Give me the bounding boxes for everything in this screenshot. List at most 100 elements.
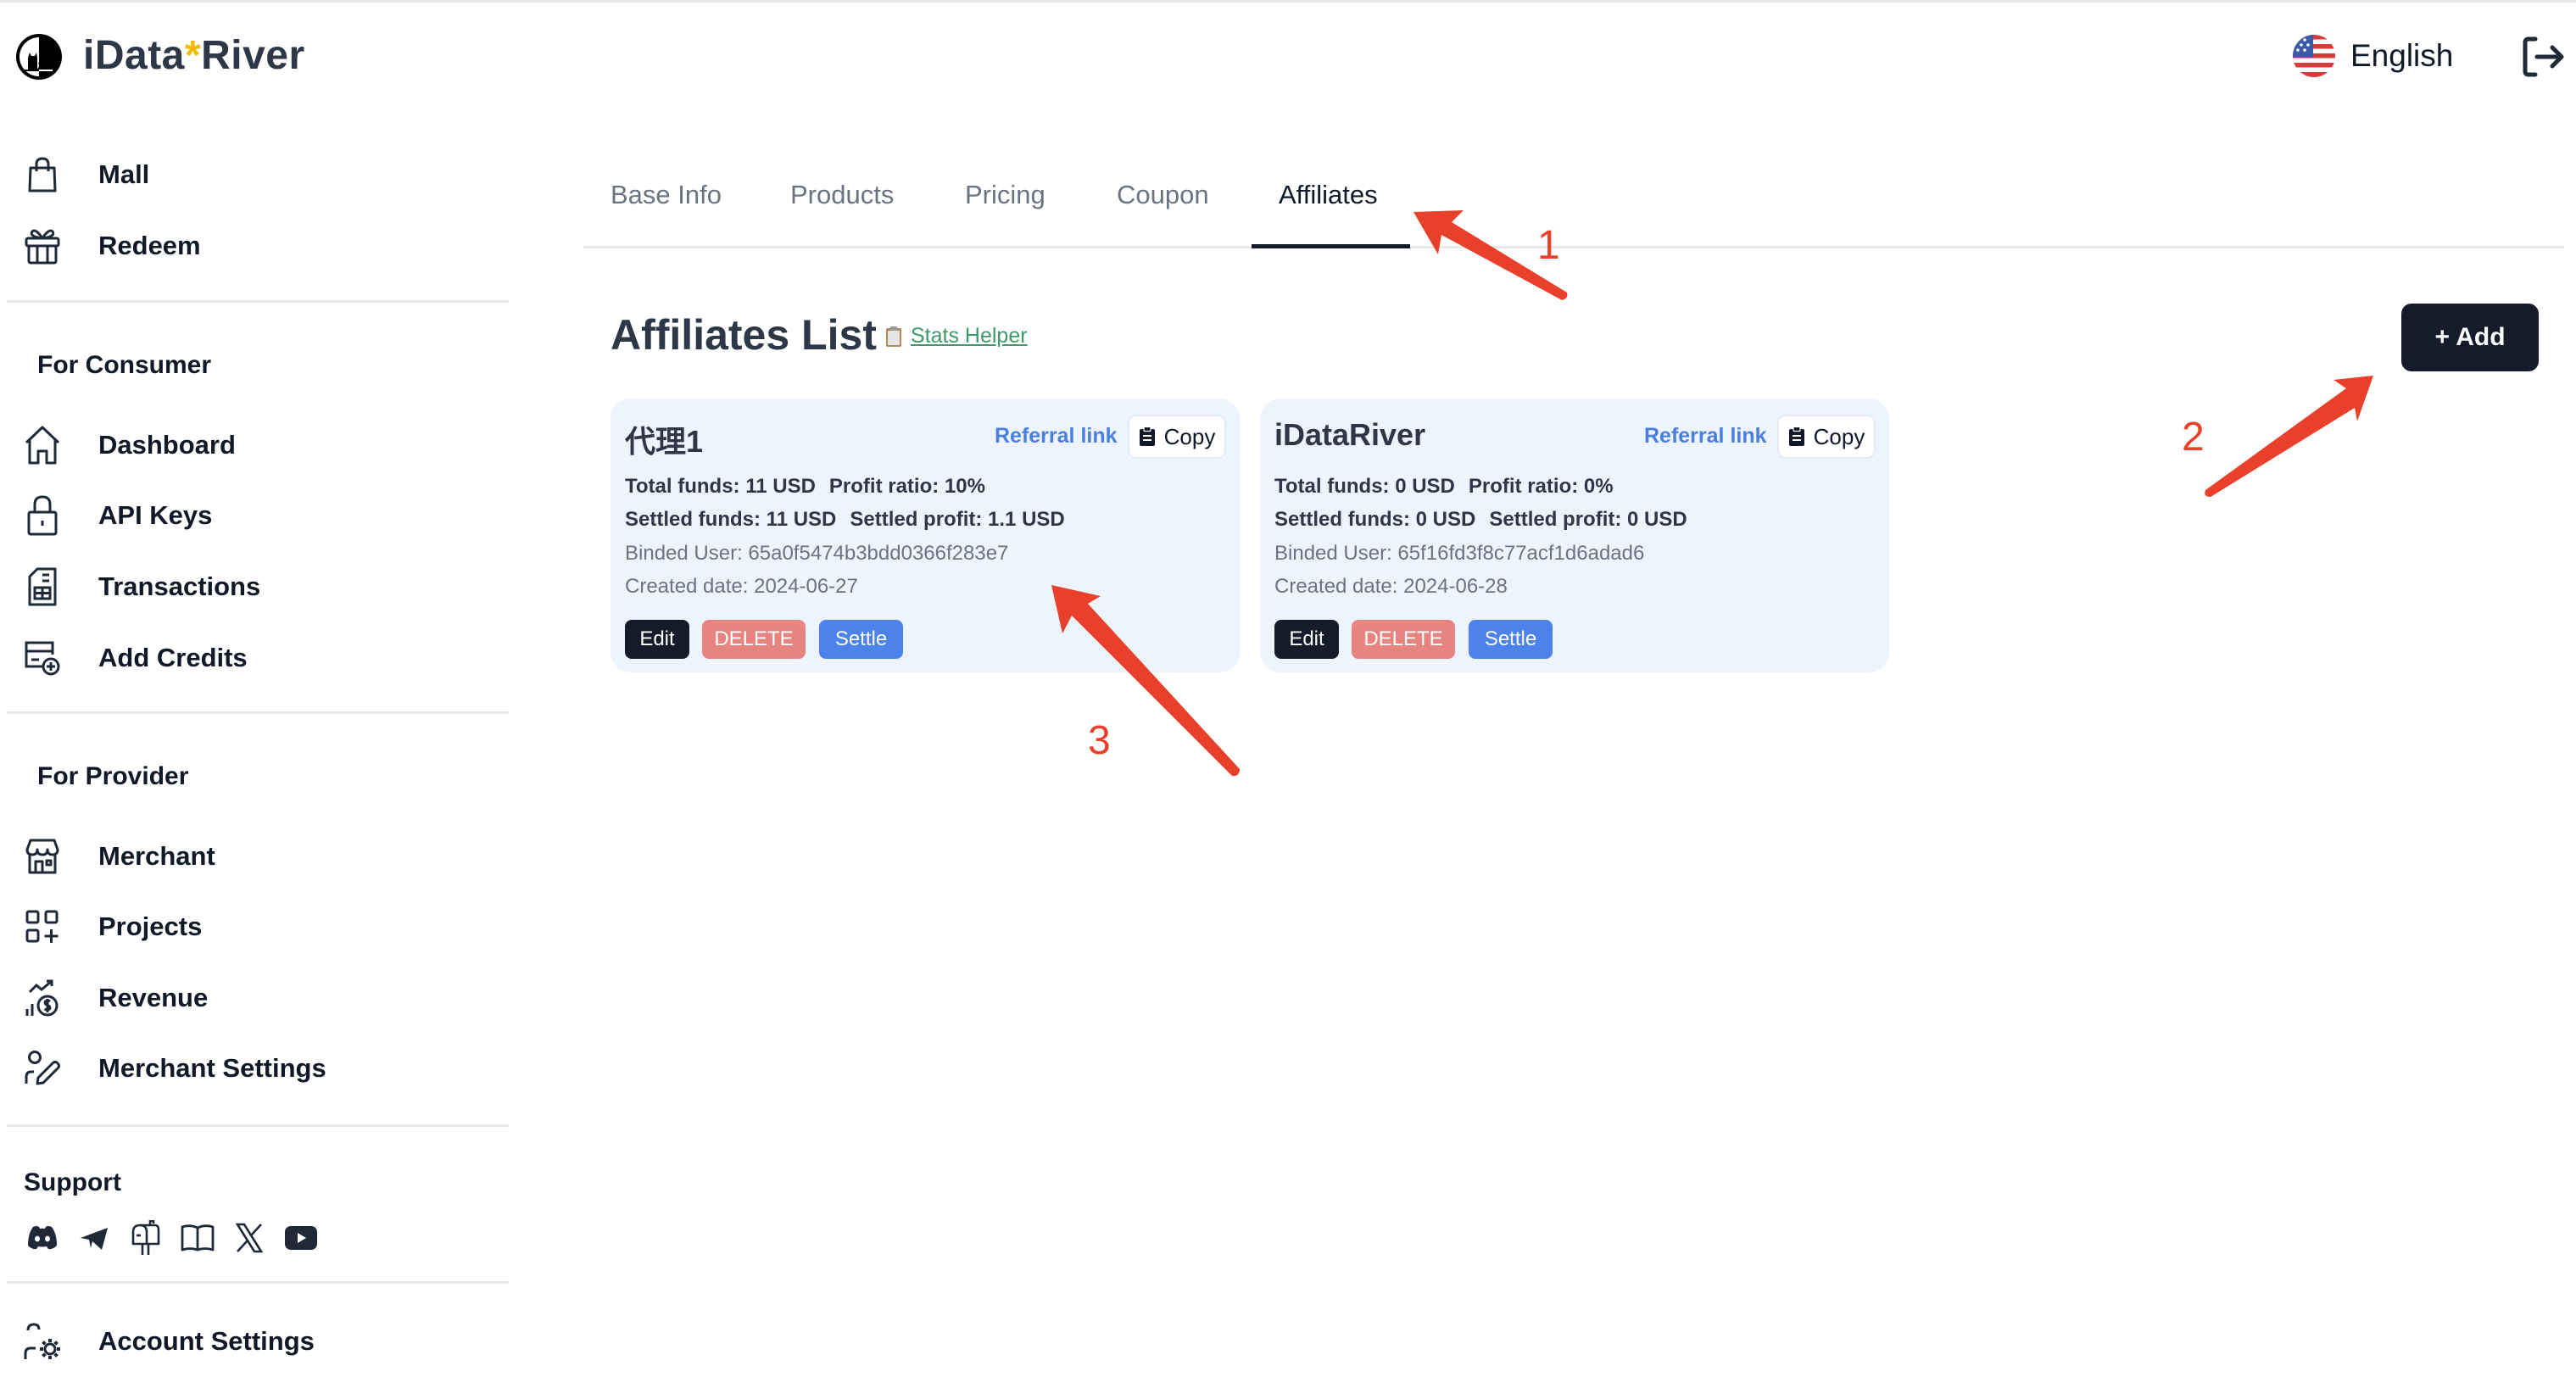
language-label: English — [2350, 38, 2454, 73]
tab-pricing[interactable]: Pricing — [965, 180, 1045, 210]
profit-ratio: Profit ratio: 10% — [828, 475, 985, 498]
referral-link[interactable]: Referral link — [995, 424, 1118, 449]
created-date: Created date: 2024-06-27 — [625, 575, 858, 598]
settled-funds: Settled funds: 11 USD — [625, 508, 837, 531]
brand-prefix: iData — [83, 33, 185, 78]
sidebar-item-mall[interactable]: Mall — [22, 151, 149, 198]
affiliate-name: iDataRiver — [1274, 417, 1426, 452]
sidebar-divider — [7, 300, 509, 303]
support-links — [25, 1220, 336, 1255]
stats-helper-link[interactable]: Stats Helper — [885, 324, 1028, 348]
annotation-arrow-2 — [2205, 376, 2373, 497]
copy-button[interactable]: Copy — [1777, 415, 1876, 459]
edit-button[interactable]: Edit — [1274, 620, 1339, 659]
clipboard-icon — [886, 326, 901, 347]
edit-button[interactable]: Edit — [625, 620, 689, 659]
grid-plus-icon — [22, 906, 63, 947]
annotation-number-3: 3 — [1088, 718, 1111, 763]
receipt-icon — [22, 566, 63, 607]
delete-button[interactable]: DELETE — [702, 620, 806, 659]
sidebar-item-label: Merchant Settings — [98, 1053, 326, 1083]
settled-profit: Settled profit: 0 USD — [1489, 508, 1687, 531]
us-flag-icon — [2293, 35, 2335, 77]
lock-icon — [22, 495, 63, 536]
annotation-number-1: 1 — [1537, 223, 1560, 268]
sidebar-item-label: Merchant — [98, 841, 215, 871]
gift-icon — [22, 226, 63, 266]
sidebar-item-label: API Keys — [98, 500, 213, 530]
brand-title: iData*River — [83, 31, 305, 81]
sidebar-divider — [7, 711, 509, 714]
settle-button[interactable]: Settle — [1469, 620, 1553, 659]
binded-user: Binded User: 65f16fd3f8c77acf1d6adad6 — [1274, 542, 1645, 565]
active-tab-indicator — [1252, 244, 1410, 248]
book-icon[interactable] — [181, 1221, 215, 1255]
sidebar-item-label: Redeem — [98, 231, 201, 260]
referral-link[interactable]: Referral link — [1644, 424, 1767, 449]
x-icon[interactable] — [232, 1221, 266, 1255]
brand-star: * — [184, 33, 202, 78]
top-border — [0, 0, 2576, 3]
sidebar-item-label: Transactions — [98, 571, 261, 601]
annotation-number-2: 2 — [2182, 415, 2205, 460]
discord-icon[interactable] — [25, 1221, 59, 1255]
sidebar-item-add-credits[interactable]: Add Credits — [22, 634, 248, 682]
sidebar-item-transactions[interactable]: Transactions — [22, 563, 260, 610]
add-affiliate-button[interactable]: + Add — [2401, 304, 2539, 371]
telegram-icon[interactable] — [77, 1221, 111, 1255]
sidebar-item-redeem[interactable]: Redeem — [22, 222, 201, 270]
tab-coupon[interactable]: Coupon — [1117, 180, 1209, 210]
settled-profit: Settled profit: 1.1 USD — [850, 508, 1065, 531]
total-funds: Total funds: 11 USD — [625, 475, 816, 498]
section-title-consumer: For Consumer — [37, 351, 212, 379]
profit-ratio: Profit ratio: 0% — [1468, 475, 1614, 498]
binded-user: Binded User: 65a0f5474b3bdd0366f283e7 — [625, 542, 1009, 565]
copy-button[interactable]: Copy — [1128, 415, 1226, 459]
sidebar-item-label: Dashboard — [98, 430, 236, 460]
sidebar-item-dashboard[interactable]: Dashboard — [22, 421, 236, 469]
affiliate-card: 代理1 Referral link Copy Total funds: 11 U… — [611, 399, 1240, 672]
logout-icon[interactable] — [2520, 34, 2566, 80]
sidebar-item-label: Mall — [98, 159, 150, 189]
sidebar-item-projects[interactable]: Projects — [22, 903, 202, 951]
sidebar-item-revenue[interactable]: Revenue — [22, 974, 208, 1022]
settle-button[interactable]: Settle — [819, 620, 903, 659]
funds-row: Total funds: 11 USD Profit ratio: 10% — [625, 475, 985, 499]
youtube-icon[interactable] — [284, 1221, 318, 1255]
brand-suffix: River — [201, 33, 305, 78]
sidebar-divider — [7, 1124, 509, 1127]
created-date: Created date: 2024-06-28 — [1274, 575, 1508, 598]
clipboard-icon — [1788, 426, 1804, 446]
revenue-icon — [22, 978, 63, 1018]
sidebar-item-label: Projects — [98, 911, 203, 941]
home-icon — [22, 425, 63, 466]
mailbox-icon[interactable] — [129, 1220, 163, 1255]
tabs-divider — [583, 246, 2564, 248]
sidebar-item-merchant-settings[interactable]: Merchant Settings — [22, 1045, 326, 1092]
sidebar-item-api-keys[interactable]: API Keys — [22, 492, 212, 539]
store-icon — [22, 836, 63, 877]
page-title: Affiliates List — [611, 311, 877, 359]
affiliate-name: 代理1 — [625, 424, 704, 459]
copy-label: Copy — [1163, 423, 1216, 449]
sidebar-item-account-settings[interactable]: Account Settings — [22, 1318, 315, 1365]
delete-button[interactable]: DELETE — [1352, 620, 1455, 659]
sidebar-divider — [7, 1281, 509, 1284]
section-title-support: Support — [24, 1168, 121, 1196]
shopping-bag-icon — [22, 154, 63, 195]
total-funds: Total funds: 0 USD — [1274, 475, 1455, 498]
tab-products[interactable]: Products — [790, 180, 894, 210]
tab-base-info[interactable]: Base Info — [611, 180, 722, 210]
sidebar-item-label: Account Settings — [98, 1326, 315, 1356]
sidebar-item-label: Add Credits — [98, 643, 248, 672]
settled-row: Settled funds: 11 USD Settled profit: 1.1… — [625, 508, 1065, 532]
sidebar-item-merchant[interactable]: Merchant — [22, 833, 215, 880]
clipboard-icon — [1139, 426, 1155, 446]
logo-icon — [16, 34, 62, 80]
affiliate-card: iDataRiver Referral link Copy Total fund… — [1260, 399, 1889, 672]
language-selector[interactable]: English — [2293, 34, 2453, 78]
tab-affiliates[interactable]: Affiliates — [1279, 180, 1378, 210]
funds-row: Total funds: 0 USD Profit ratio: 0% — [1274, 475, 1614, 499]
stats-helper-label: Stats Helper — [911, 324, 1028, 348]
user-gear-icon — [22, 1321, 63, 1362]
